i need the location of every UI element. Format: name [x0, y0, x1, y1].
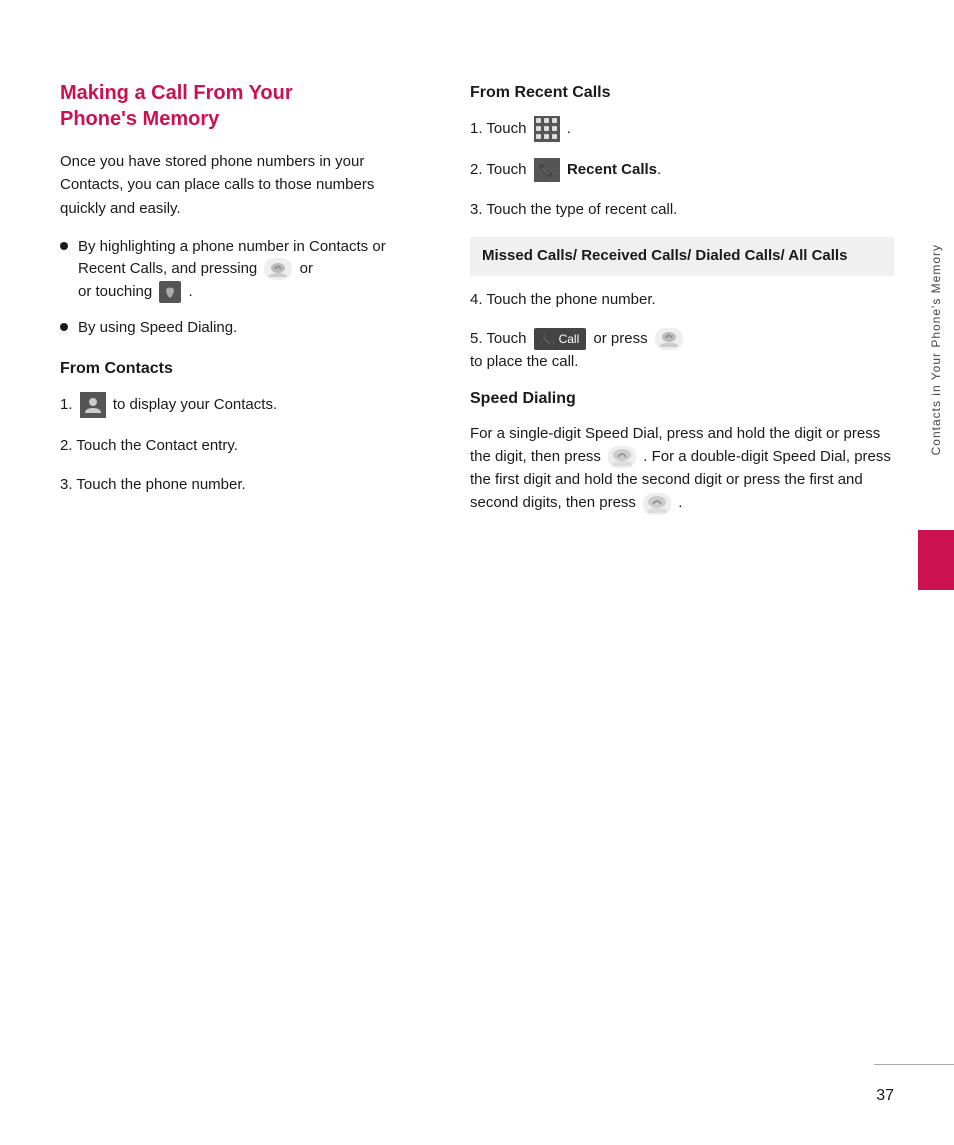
bullet-dot	[60, 242, 68, 250]
recent-step2: 2. Touch 📞 Recent Calls.	[470, 158, 894, 182]
page-number: 37	[876, 1087, 894, 1105]
speed-dialing-text: For a single-digit Speed Dial, press and…	[470, 422, 894, 515]
page-divider	[874, 1064, 954, 1065]
press-icon-speed1	[608, 446, 636, 468]
speed-dialing-title: Speed Dialing	[470, 390, 894, 408]
recent-step3: 3. Touch the type of recent call.	[470, 198, 894, 221]
phone-icon: 📞	[539, 160, 555, 180]
list-item: By using Speed Dialing.	[60, 317, 410, 340]
press-icon-speed2	[643, 493, 671, 515]
grid-dots-icon	[534, 116, 560, 142]
recent-step5: 5. Touch 📞 Call or press to place the ca…	[470, 327, 894, 374]
bullet-dot	[60, 323, 68, 331]
bullet1-text: By highlighting a phone number in Contac…	[78, 236, 410, 304]
recent-calls-icon: 📞	[534, 158, 560, 182]
contacts-step1: 1. to display your Contacts.	[60, 392, 410, 418]
side-tab: Contacts in Your Phone's Memory	[918, 180, 954, 520]
touch-phone-icon	[159, 281, 181, 303]
left-column: Making a Call From Your Phone's Memory O…	[60, 80, 430, 531]
side-tab-label: Contacts in Your Phone's Memory	[928, 244, 945, 455]
intro-text: Once you have stored phone numbers in yo…	[60, 150, 410, 220]
section-title: Making a Call From Your Phone's Memory	[60, 80, 410, 132]
press-icon-step5	[655, 328, 683, 350]
recent-step4: 4. Touch the phone number.	[470, 288, 894, 311]
from-contacts-title: From Contacts	[60, 360, 410, 378]
call-phone-icon: 📞	[541, 330, 556, 349]
bullet-list: By highlighting a phone number in Contac…	[60, 236, 410, 340]
call-button-icon: 📞 Call	[534, 328, 587, 351]
recent-step1: 1. Touch .	[470, 116, 894, 142]
press-phone-icon	[264, 258, 292, 280]
from-recent-title: From Recent Calls	[470, 84, 894, 102]
side-tab-bar	[918, 530, 954, 590]
right-column: From Recent Calls 1. Touch . 2. Touch 📞	[470, 80, 894, 531]
page-container: Making a Call From Your Phone's Memory O…	[0, 0, 954, 1145]
call-label: Call	[559, 330, 580, 349]
contacts-step3: 3. Touch the phone number.	[60, 473, 410, 496]
missed-calls-box: Missed Calls/ Received Calls/ Dialed Cal…	[470, 237, 894, 276]
two-column-layout: Making a Call From Your Phone's Memory O…	[60, 80, 894, 531]
contacts-icon	[80, 392, 106, 418]
list-item: By highlighting a phone number in Contac…	[60, 236, 410, 304]
contacts-step2: 2. Touch the Contact entry.	[60, 434, 410, 457]
bullet2-text: By using Speed Dialing.	[78, 317, 237, 340]
